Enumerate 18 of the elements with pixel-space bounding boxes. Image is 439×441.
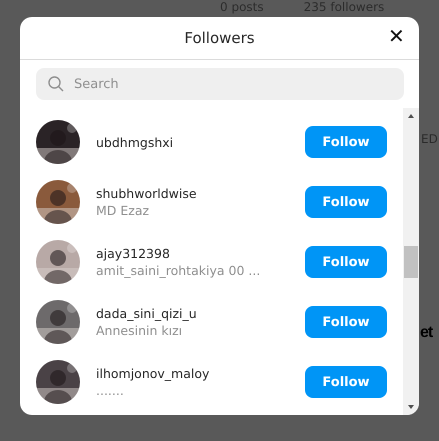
full-name: ....... [96,382,125,399]
username[interactable]: dada_sini_qizi_u [96,305,305,322]
search-field[interactable]: Search [36,68,404,100]
scrollbar[interactable] [403,108,419,415]
full-name: MD Ezaz [96,202,150,219]
close-button[interactable]: ✕ [388,25,405,49]
scroll-thumb[interactable] [404,246,418,278]
scroll-down-icon[interactable] [407,404,415,410]
username[interactable]: ubdhmgshxi [96,134,305,150]
username[interactable]: ajay312398 [96,245,305,262]
username[interactable]: ilhomjonov_maloy [96,365,305,382]
full-name: amit_saini_rohtakiya 00 ... [96,262,262,279]
search-icon [48,76,64,92]
username[interactable]: shubhworldwise [96,185,305,202]
scroll-up-icon[interactable] [407,113,415,119]
full-name: Annesinin kızı [96,322,184,339]
background-heading: et [420,324,432,342]
dialog-title: Followers [184,29,255,47]
